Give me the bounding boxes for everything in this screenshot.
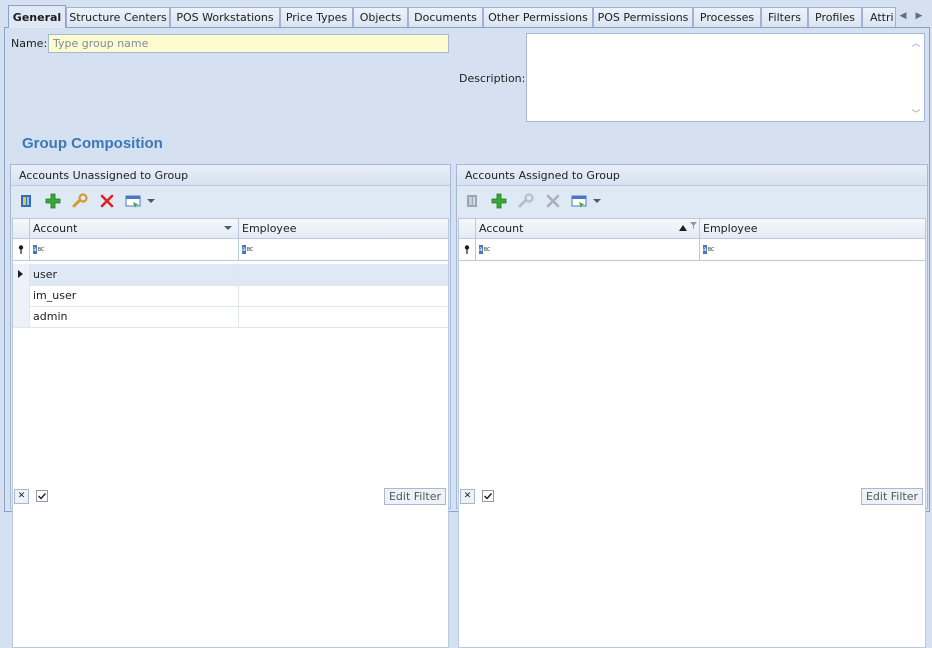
tab-documents[interactable]: Documents [408,7,483,27]
table-row[interactable]: admin [13,306,448,328]
filter-row: a BC a BC [13,239,448,261]
abc-filter-icon: a BC [33,245,45,254]
assigned-filter-footer: ✕ Edit Filter [457,484,927,508]
tab-strip: General Structure Centers POS Workstatio… [0,0,932,28]
cell-employee [239,306,448,327]
tab-scroll-right-icon[interactable]: ▶ [912,8,926,24]
edit-filter-button[interactable]: Edit Filter [860,488,923,505]
column-header-account[interactable]: Account [30,219,239,238]
grid-layout-icon [125,195,141,208]
grid-layout-icon [571,195,587,208]
unassigned-accounts-grid: Account Employee aBC aBC user im_user [12,218,449,648]
assigned-accounts-grid: Account Employee a BC a BC [458,218,926,648]
name-label: Name: [11,37,48,50]
add-icon[interactable] [44,192,62,210]
filter-icon[interactable] [690,222,697,229]
filter-enabled-checkbox[interactable] [34,489,49,504]
abc-filter-icon: a BC [242,245,254,254]
assigned-toolbar [457,186,927,216]
cell-account: user [30,264,239,285]
column-header-employee[interactable]: Employee [700,219,925,238]
cell-employee [239,285,448,306]
delete-icon[interactable] [98,192,116,210]
column-header-account[interactable]: Account [476,219,700,238]
tab-structure-centers[interactable]: Structure Centers [66,7,170,27]
add-icon[interactable] [490,192,508,210]
tab-pos-workstations[interactable]: POS Workstations [170,7,280,27]
filter-cell-account[interactable]: a BC [30,239,239,260]
grid-layout-dropdown[interactable] [125,193,155,209]
filter-cell-account[interactable]: a BC [476,239,700,260]
group-composition-title: Group Composition [22,135,163,152]
chevron-down-icon [593,199,601,203]
wrench-icon[interactable] [517,192,535,210]
scroll-up-icon[interactable]: ︿ [909,35,923,49]
tab-attributes[interactable]: Attri [862,7,896,27]
name-input[interactable] [48,34,449,53]
tab-pos-permissions[interactable]: POS Permissions [593,7,693,27]
abc-filter-icon: a BC [479,245,491,254]
column-dropdown-icon[interactable] [224,226,232,230]
table-row[interactable]: im_user [13,285,448,307]
tab-filters[interactable]: Filters [761,7,808,27]
link-icon[interactable] [17,192,35,210]
assigned-panel-header: Accounts Assigned to Group [457,165,927,186]
link-icon[interactable] [463,192,481,210]
unassigned-toolbar [11,186,450,216]
unassigned-panel-header: Accounts Unassigned to Group [11,165,450,186]
table-row[interactable]: user [13,264,448,286]
filter-pin-icon [13,239,30,260]
chevron-down-icon [147,199,155,203]
grid-layout-dropdown[interactable] [571,193,601,209]
tab-general[interactable]: General [8,5,66,28]
edit-filter-button[interactable]: Edit Filter [383,488,446,505]
abc-filter-icon: a BC [703,245,715,254]
clear-filter-icon[interactable]: ✕ [14,488,29,504]
description-label: Description: [459,72,526,85]
grid-header: Account Employee [13,219,448,239]
description-textarea[interactable]: ︿ ﹀ [526,33,925,122]
filter-cell-employee[interactable]: a BC [700,239,925,260]
cell-account: admin [30,306,239,327]
cell-employee [239,264,448,285]
cell-account: im_user [30,285,239,306]
filter-row: a BC a BC [459,239,925,261]
unassigned-filter-footer: ✕ Edit Filter [11,484,450,508]
delete-icon[interactable] [544,192,562,210]
wrench-icon[interactable] [71,192,89,210]
current-row-icon [18,270,23,278]
tab-profiles[interactable]: Profiles [808,7,862,27]
tab-objects[interactable]: Objects [353,7,408,27]
grid-header: Account Employee [459,219,925,239]
tab-scroll-left-icon[interactable]: ◀ [896,8,910,24]
tab-price-types[interactable]: Price Types [280,7,353,27]
clear-filter-icon[interactable]: ✕ [460,488,475,504]
tab-processes[interactable]: Processes [693,7,761,27]
column-header-employee[interactable]: Employee [239,219,448,238]
assigned-accounts-panel: Accounts Assigned to Group Account Emplo… [456,164,928,648]
scroll-down-icon[interactable]: ﹀ [909,106,923,120]
tab-other-permissions[interactable]: Other Permissions [483,7,593,27]
filter-cell-employee[interactable]: a BC [239,239,448,260]
unassigned-accounts-panel: Accounts Unassigned to Group Account Emp… [10,164,451,648]
sort-ascending-icon [679,225,687,231]
description-scrollbar[interactable]: ︿ ﹀ [909,35,923,120]
filter-pin-icon [459,239,476,260]
filter-enabled-checkbox[interactable] [480,489,495,504]
